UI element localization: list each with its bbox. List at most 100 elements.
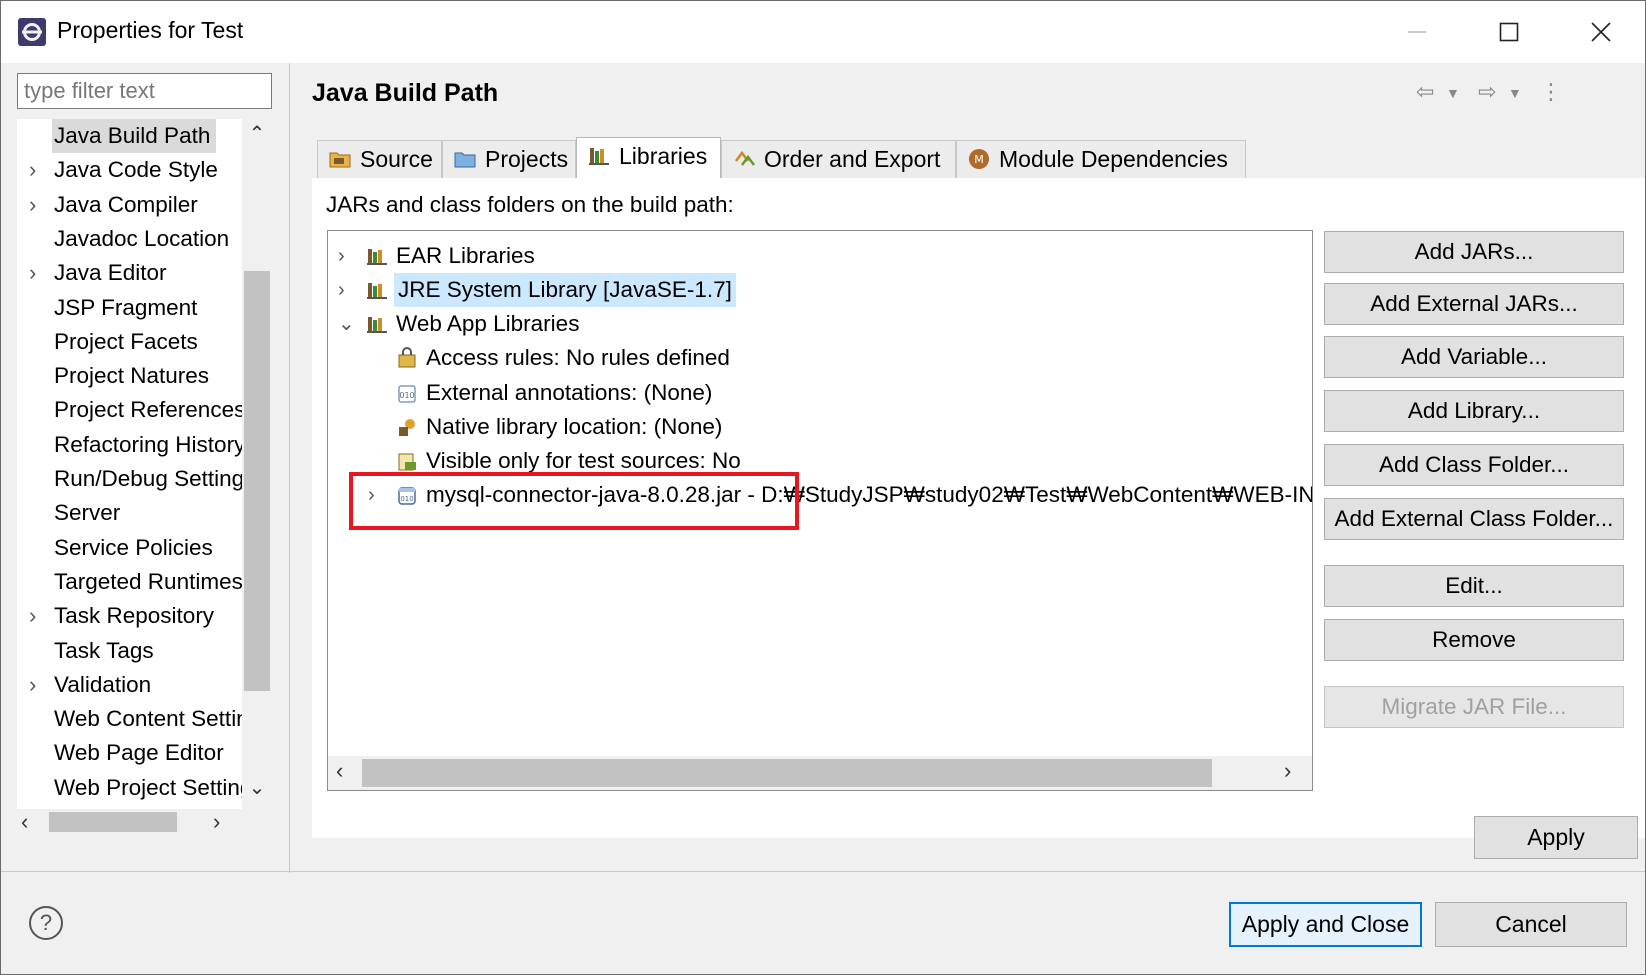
- maximize-button[interactable]: [1463, 1, 1555, 63]
- apply-button[interactable]: Apply: [1474, 816, 1638, 859]
- sidebar-item-label: Project References: [54, 397, 242, 422]
- scroll-left-icon[interactable]: ‹: [21, 809, 28, 835]
- tab-module-dependencies[interactable]: M Module Dependencies: [956, 140, 1246, 178]
- annotations-icon: 010: [398, 385, 416, 403]
- back-dropdown-icon[interactable]: ▼: [1446, 85, 1460, 101]
- expand-chevron-icon[interactable]: ›: [29, 256, 43, 290]
- migrate-jar-button[interactable]: Migrate JAR File...: [1324, 686, 1624, 728]
- apply-and-close-button[interactable]: Apply and Close: [1229, 902, 1422, 947]
- svg-text:M: M: [974, 153, 984, 166]
- back-arrow-icon[interactable]: ⇦: [1416, 79, 1434, 105]
- library-icon: [367, 249, 387, 265]
- help-icon[interactable]: ?: [29, 906, 63, 940]
- add-jars-button[interactable]: Add JARs...: [1324, 231, 1624, 273]
- sidebar-item-label: Java Compiler: [54, 192, 198, 217]
- sidebar-item[interactable]: Java Build Path: [17, 119, 242, 153]
- sidebar-item[interactable]: › Task Repository: [17, 599, 242, 633]
- sidebar-item[interactable]: Server: [17, 496, 242, 530]
- build-path-entry-label: Native library location: (None): [426, 414, 723, 439]
- sidebar-item[interactable]: Targeted Runtimes: [17, 565, 242, 599]
- native-library-icon: [399, 419, 415, 436]
- expand-chevron-icon[interactable]: ›: [29, 153, 43, 187]
- add-external-class-folder-button[interactable]: Add External Class Folder...: [1324, 498, 1624, 540]
- sidebar-item-label: Java Code Style: [54, 157, 218, 182]
- tab-projects[interactable]: Projects: [442, 140, 576, 178]
- sidebar-item-label: Targeted Runtimes: [54, 569, 242, 594]
- nav-vertical-scrollbar[interactable]: ⌃ ⌄: [242, 119, 272, 809]
- sidebar-item[interactable]: › Java Code Style: [17, 153, 242, 187]
- build-path-caption: JARs and class folders on the build path…: [326, 192, 734, 217]
- sidebar-item-label: Web Page Editor: [54, 740, 224, 765]
- cancel-button[interactable]: Cancel: [1435, 902, 1627, 947]
- sidebar-item-label: Run/Debug Settings: [54, 466, 242, 491]
- sidebar-item-label: Java Build Path: [52, 119, 217, 153]
- sidebar-item[interactable]: Project Facets: [17, 325, 242, 359]
- view-menu-icon[interactable]: ⋮: [1540, 79, 1562, 105]
- sidebar-item[interactable]: Web Project Settings: [17, 771, 242, 805]
- tree-horizontal-scrollbar[interactable]: ‹ ›: [328, 756, 1312, 790]
- add-class-folder-button[interactable]: Add Class Folder...: [1324, 444, 1624, 486]
- libraries-icon: [589, 147, 609, 165]
- window-title: Properties for Test: [57, 17, 244, 43]
- sidebar-item[interactable]: Service Policies: [17, 531, 242, 565]
- expand-chevron-icon[interactable]: ›: [338, 273, 358, 307]
- sidebar-item[interactable]: › Java Editor: [17, 256, 242, 290]
- nav-hscroll-thumb[interactable]: [49, 812, 177, 832]
- sidebar-item-label: Validation: [54, 672, 152, 697]
- collapse-chevron-icon[interactable]: ⌄: [338, 307, 358, 341]
- add-library-button[interactable]: Add Library...: [1324, 390, 1624, 432]
- scroll-down-icon[interactable]: ⌄: [242, 775, 272, 803]
- tab-libraries[interactable]: Libraries: [576, 137, 721, 179]
- sidebar-item[interactable]: › Validation: [17, 668, 242, 702]
- close-icon: [1591, 22, 1611, 42]
- minimize-button[interactable]: [1371, 1, 1463, 63]
- expand-chevron-icon[interactable]: ›: [29, 599, 43, 633]
- nav-scroll-thumb[interactable]: [244, 271, 270, 691]
- page-header: Java Build Path ⇦ ▼ ⇨ ▼ ⋮: [290, 63, 1645, 121]
- build-path-entry-label: Access rules: No rules defined: [426, 345, 730, 370]
- expand-chevron-icon[interactable]: ›: [29, 188, 43, 222]
- expand-chevron-icon[interactable]: ›: [29, 668, 43, 702]
- tab-order-and-export[interactable]: Order and Export: [721, 140, 956, 178]
- sidebar-item[interactable]: Web Page Editor: [17, 736, 242, 770]
- sidebar-item-label: Java Editor: [54, 260, 167, 285]
- sidebar-item[interactable]: › Java Compiler: [17, 188, 242, 222]
- tab-libraries-label: Libraries: [619, 143, 708, 169]
- close-button[interactable]: [1555, 1, 1645, 63]
- forward-dropdown-icon[interactable]: ▼: [1508, 85, 1522, 101]
- library-icon: [367, 317, 387, 333]
- sidebar-item[interactable]: Project References: [17, 393, 242, 427]
- sidebar-item[interactable]: JSP Fragment: [17, 291, 242, 325]
- add-external-jars-button[interactable]: Add External JARs...: [1324, 283, 1624, 325]
- library-icon: [367, 283, 387, 299]
- scroll-right-icon[interactable]: ›: [213, 809, 220, 835]
- tab-source[interactable]: Source: [317, 140, 442, 178]
- eclipse-app-icon: [18, 18, 46, 46]
- projects-folder-icon: [454, 152, 476, 168]
- sidebar-item[interactable]: Task Tags: [17, 634, 242, 668]
- sidebar-item-label: Refactoring History: [54, 432, 242, 457]
- nav-horizontal-scrollbar[interactable]: ‹ ›: [17, 809, 272, 835]
- expand-chevron-icon[interactable]: ›: [338, 239, 358, 273]
- forward-arrow-icon[interactable]: ⇨: [1478, 79, 1496, 105]
- footer-divider: [1, 871, 1645, 872]
- sidebar-item[interactable]: Javadoc Location: [17, 222, 242, 256]
- add-variable-button[interactable]: Add Variable...: [1324, 336, 1624, 378]
- filter-input[interactable]: [17, 73, 272, 109]
- sidebar-item-label: Javadoc Location: [54, 226, 230, 251]
- tab-source-label: Source: [360, 146, 433, 172]
- sidebar-item[interactable]: Project Natures: [17, 359, 242, 393]
- edit-button[interactable]: Edit...: [1324, 565, 1624, 607]
- tree-hscroll-thumb[interactable]: [362, 759, 1212, 787]
- tab-order-export-label: Order and Export: [764, 146, 941, 172]
- sidebar-item[interactable]: Run/Debug Settings: [17, 462, 242, 496]
- access-rules-icon: [398, 347, 416, 368]
- scroll-left-icon[interactable]: ‹: [336, 758, 343, 784]
- sidebar-item[interactable]: Web Content Settings: [17, 702, 242, 736]
- sidebar-item[interactable]: Refactoring History: [17, 428, 242, 462]
- sidebar-item-label: Project Natures: [54, 363, 210, 388]
- scroll-right-icon[interactable]: ›: [1284, 758, 1291, 784]
- remove-button[interactable]: Remove: [1324, 619, 1624, 661]
- scroll-up-icon[interactable]: ⌃: [242, 121, 272, 149]
- sidebar-item-label: Task Tags: [54, 638, 154, 663]
